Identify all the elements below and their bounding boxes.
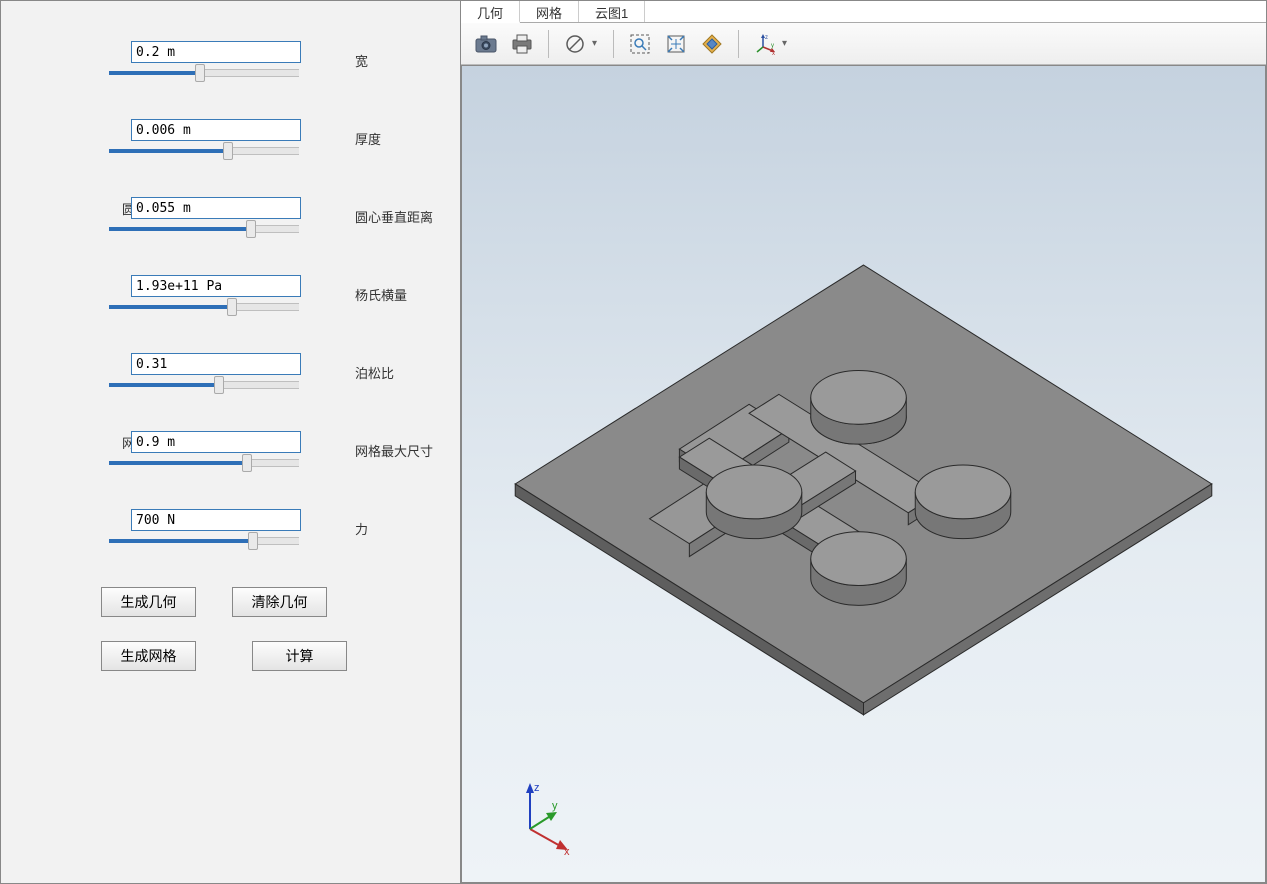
param-row-meshmax: 网格最大尺寸 网格最大尺寸 [101, 431, 430, 475]
param-input-width[interactable] [131, 41, 301, 63]
param-label-cvdist-right: 圆心垂直距离 [355, 207, 433, 226]
clear-geometry-button[interactable]: 清除几何 [232, 587, 327, 617]
param-slider-meshmax[interactable] [109, 456, 299, 470]
orientation-triad-icon: z x y [502, 777, 582, 857]
svg-text:z: z [765, 35, 768, 41]
compute-button[interactable]: 计算 [252, 641, 347, 671]
param-row-poisson: 泊松比 泊松比 [101, 353, 430, 397]
svg-text:x: x [564, 846, 570, 857]
param-slider-poisson[interactable] [109, 378, 299, 392]
param-slider-cvdist[interactable] [109, 222, 299, 236]
param-slider-width[interactable] [109, 66, 299, 80]
tab-bar: 几何 网格 云图1 [461, 1, 1266, 23]
print-icon[interactable] [507, 29, 537, 59]
param-slider-thickness[interactable] [109, 144, 299, 158]
zoom-box-icon[interactable] [625, 29, 655, 59]
svg-text:y: y [771, 43, 774, 49]
param-label-thickness-right: 厚度 [355, 129, 381, 148]
parameter-panel: 宽 宽 厚度 厚度 圆心垂直距离 圆心垂直距离 杨氏横量 杨氏横量 泊松比 [1, 1, 461, 883]
tab-contour1[interactable]: 云图1 [579, 1, 645, 22]
zoom-extents-icon[interactable] [661, 29, 691, 59]
button-row-2: 生成网格 计算 [101, 641, 430, 671]
param-row-force: 力 力 [101, 509, 430, 553]
svg-text:x: x [772, 51, 775, 55]
viewport-3d[interactable]: z x y [461, 65, 1266, 883]
param-label-meshmax-right: 网格最大尺寸 [355, 441, 433, 460]
view-panel: 几何 网格 云图1 z y [461, 1, 1266, 883]
camera-icon[interactable] [471, 29, 501, 59]
zoom-selection-icon[interactable] [697, 29, 727, 59]
toolbar: z y x [461, 23, 1266, 65]
axis-orientation-dropdown-icon[interactable]: z y x [750, 29, 792, 59]
button-row-1: 生成几何 清除几何 [101, 587, 430, 617]
param-input-youngs[interactable] [131, 275, 301, 297]
tab-geometry[interactable]: 几何 [461, 1, 520, 23]
param-row-thickness: 厚度 厚度 [101, 119, 430, 163]
svg-text:y: y [552, 800, 558, 812]
param-input-cvdist[interactable] [131, 197, 301, 219]
param-slider-youngs[interactable] [109, 300, 299, 314]
transparency-dropdown-icon[interactable] [560, 29, 602, 59]
geometry-3d-render [462, 66, 1265, 882]
param-input-thickness[interactable] [131, 119, 301, 141]
param-input-meshmax[interactable] [131, 431, 301, 453]
param-label-force-right: 力 [355, 519, 368, 538]
param-label-youngs-right: 杨氏横量 [355, 285, 407, 304]
param-label-poisson-right: 泊松比 [355, 363, 394, 382]
param-row-youngs: 杨氏横量 杨氏横量 [101, 275, 430, 319]
param-label-width-right: 宽 [355, 51, 368, 70]
generate-geometry-button[interactable]: 生成几何 [101, 587, 196, 617]
param-input-poisson[interactable] [131, 353, 301, 375]
tab-mesh[interactable]: 网格 [520, 1, 579, 22]
param-row-width: 宽 宽 [101, 41, 430, 85]
svg-text:z: z [534, 782, 540, 794]
param-input-force[interactable] [131, 509, 301, 531]
generate-mesh-button[interactable]: 生成网格 [101, 641, 196, 671]
param-slider-force[interactable] [109, 534, 299, 548]
param-row-cvdist: 圆心垂直距离 圆心垂直距离 [101, 197, 430, 241]
